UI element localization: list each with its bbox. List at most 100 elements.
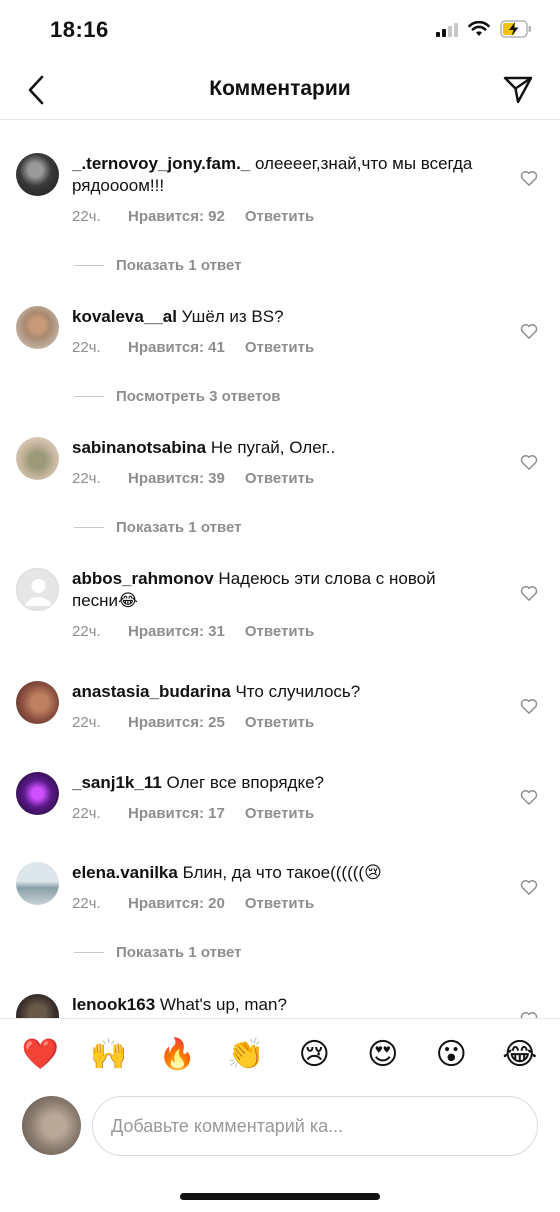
comment-meta: 22ч. Нравится: 92 Ответить bbox=[72, 208, 314, 225]
comment-username[interactable]: abbos_rahmonov bbox=[72, 569, 214, 588]
emoji-crying[interactable]: 😢 bbox=[289, 1037, 339, 1072]
comment-username[interactable]: kovaleva__al bbox=[72, 307, 177, 326]
comment-content: Не пугай, Олег.. bbox=[206, 438, 336, 457]
comment-meta: 22ч. Нравится: 25 Ответить bbox=[72, 714, 314, 731]
comment-input[interactable]: Добавьте комментарий ка... bbox=[92, 1096, 538, 1156]
comment-input-bar: Добавьте комментарий ка... bbox=[0, 1090, 560, 1170]
comment-text: abbos_rahmonov Надеюсь эти слова с новой… bbox=[72, 568, 484, 612]
comment-meta: 22ч. Нравится: 41 Ответить bbox=[72, 339, 314, 356]
emoji-laughing[interactable]: 😂 bbox=[495, 1037, 545, 1072]
view-replies-button[interactable]: Показать 1 ответ bbox=[74, 519, 241, 536]
nav-bar: Комментарии bbox=[0, 60, 560, 120]
view-replies-button[interactable]: Показать 1 ответ bbox=[74, 944, 241, 961]
heart-icon[interactable] bbox=[520, 697, 538, 715]
comment-time: 22ч. bbox=[72, 714, 101, 731]
comment-likes[interactable]: Нравится: 41 bbox=[128, 339, 225, 356]
comment-time: 22ч. bbox=[72, 208, 101, 225]
heart-icon[interactable] bbox=[520, 788, 538, 806]
replies-label: Посмотреть 3 ответов bbox=[116, 388, 281, 405]
comment-likes[interactable]: Нравится: 20 bbox=[128, 895, 225, 912]
comment-time: 22ч. bbox=[72, 339, 101, 356]
comment-meta: 22ч. Нравится: 20 Ответить bbox=[72, 895, 314, 912]
reply-button[interactable]: Ответить bbox=[245, 339, 314, 356]
comment-text: anastasia_budarina Что случилось? bbox=[72, 681, 484, 703]
comment-content: What's up, man? bbox=[155, 995, 287, 1014]
comment-username[interactable]: anastasia_budarina bbox=[72, 682, 231, 701]
comment-time: 22ч. bbox=[72, 895, 101, 912]
share-button[interactable] bbox=[500, 72, 536, 108]
comment-text: _.ternovoy_jony.fam._ олеееег,знай,что м… bbox=[72, 153, 484, 197]
comment-meta: 22ч. Нравится: 31 Ответить bbox=[72, 623, 314, 640]
reply-button[interactable]: Ответить bbox=[245, 470, 314, 487]
page-title: Комментарии bbox=[209, 77, 351, 100]
replies-label: Показать 1 ответ bbox=[116, 944, 242, 961]
replies-line bbox=[74, 396, 104, 397]
comment-username[interactable]: lenook163 bbox=[72, 995, 155, 1014]
heart-icon[interactable] bbox=[520, 453, 538, 471]
battery-charging-icon bbox=[500, 20, 531, 38]
emoji-heart[interactable]: ❤️ bbox=[15, 1037, 65, 1072]
reply-button[interactable]: Ответить bbox=[245, 208, 314, 225]
comment-time: 22ч. bbox=[72, 623, 101, 640]
comment-content: Ушёл из BS? bbox=[176, 307, 284, 326]
comment-text: _sanj1k_11 Олег все впорядке? bbox=[72, 772, 484, 794]
comment-meta: 22ч. Нравится: 39 Ответить bbox=[72, 470, 314, 487]
replies-line bbox=[74, 952, 104, 953]
status-time: 18:16 bbox=[50, 17, 109, 42]
status-icons bbox=[436, 20, 532, 38]
wifi-icon bbox=[468, 21, 490, 36]
status-bar: 18:16 bbox=[0, 0, 560, 60]
comment-input-placeholder: Добавьте комментарий ка... bbox=[111, 1115, 344, 1136]
emoji-clapping[interactable]: 👏 bbox=[221, 1037, 271, 1072]
reply-button[interactable]: Ответить bbox=[245, 623, 314, 640]
avatar[interactable] bbox=[16, 681, 59, 724]
heart-icon[interactable] bbox=[520, 322, 538, 340]
comment-likes[interactable]: Нравится: 92 bbox=[128, 208, 225, 225]
comment-username[interactable]: _.ternovoy_jony.fam._ bbox=[72, 154, 250, 173]
emoji-surprised[interactable]: 😮 bbox=[426, 1037, 476, 1072]
avatar[interactable] bbox=[16, 153, 59, 196]
comment-text: sabinanotsabina Не пугай, Олег.. bbox=[72, 437, 484, 459]
default-user-icon bbox=[25, 579, 52, 606]
heart-icon[interactable] bbox=[520, 584, 538, 602]
comment-username[interactable]: sabinanotsabina bbox=[72, 438, 206, 457]
comment-text: lenook163 What's up, man? bbox=[72, 994, 484, 1016]
avatar[interactable] bbox=[16, 994, 59, 1018]
heart-icon[interactable] bbox=[520, 1010, 538, 1018]
signal-icon bbox=[436, 21, 458, 37]
avatar[interactable] bbox=[16, 437, 59, 480]
emoji-heart-eyes[interactable]: 😍 bbox=[358, 1037, 408, 1072]
emoji-raised-hands[interactable]: 🙌 bbox=[84, 1037, 134, 1072]
avatar[interactable] bbox=[16, 568, 59, 611]
replies-line bbox=[74, 527, 104, 528]
replies-line bbox=[74, 265, 104, 266]
heart-icon[interactable] bbox=[520, 169, 538, 187]
comment-content: Что случилось? bbox=[230, 682, 361, 701]
view-replies-button[interactable]: Показать 1 ответ bbox=[74, 257, 241, 274]
comment-text: elena.vanilka Блин, да что такое((((((😢 bbox=[72, 862, 484, 884]
comment-text: kovaleva__al Ушёл из BS? bbox=[72, 306, 484, 328]
emoji-quick-bar: ❤️ 🙌 🔥 👏 😢 😍 😮 😂 bbox=[0, 1018, 560, 1090]
view-replies-button[interactable]: Посмотреть 3 ответов bbox=[74, 388, 281, 405]
heart-icon[interactable] bbox=[520, 878, 538, 896]
comment-content: Блин, да что такое((((((😢 bbox=[177, 863, 382, 882]
current-user-avatar bbox=[22, 1096, 81, 1155]
replies-label: Показать 1 ответ bbox=[116, 257, 242, 274]
home-indicator[interactable] bbox=[180, 1193, 380, 1200]
avatar[interactable] bbox=[16, 862, 59, 905]
comment-likes[interactable]: Нравится: 39 bbox=[128, 470, 225, 487]
comment-likes[interactable]: Нравится: 25 bbox=[128, 714, 225, 731]
comment-username[interactable]: _sanj1k_11 bbox=[72, 773, 162, 792]
reply-button[interactable]: Ответить bbox=[245, 805, 314, 822]
emoji-fire[interactable]: 🔥 bbox=[152, 1037, 202, 1072]
comment-username[interactable]: elena.vanilka bbox=[72, 863, 178, 882]
comment-likes[interactable]: Нравится: 17 bbox=[128, 805, 225, 822]
comments-list[interactable]: _.ternovoy_jony.fam._ олеееег,знай,что м… bbox=[0, 121, 560, 1018]
comment-likes[interactable]: Нравится: 31 bbox=[128, 623, 225, 640]
reply-button[interactable]: Ответить bbox=[245, 895, 314, 912]
reply-button[interactable]: Ответить bbox=[245, 714, 314, 731]
avatar[interactable] bbox=[16, 306, 59, 349]
avatar[interactable] bbox=[16, 772, 59, 815]
replies-label: Показать 1 ответ bbox=[116, 519, 242, 536]
comment-meta: 22ч. Нравится: 17 Ответить bbox=[72, 805, 314, 822]
